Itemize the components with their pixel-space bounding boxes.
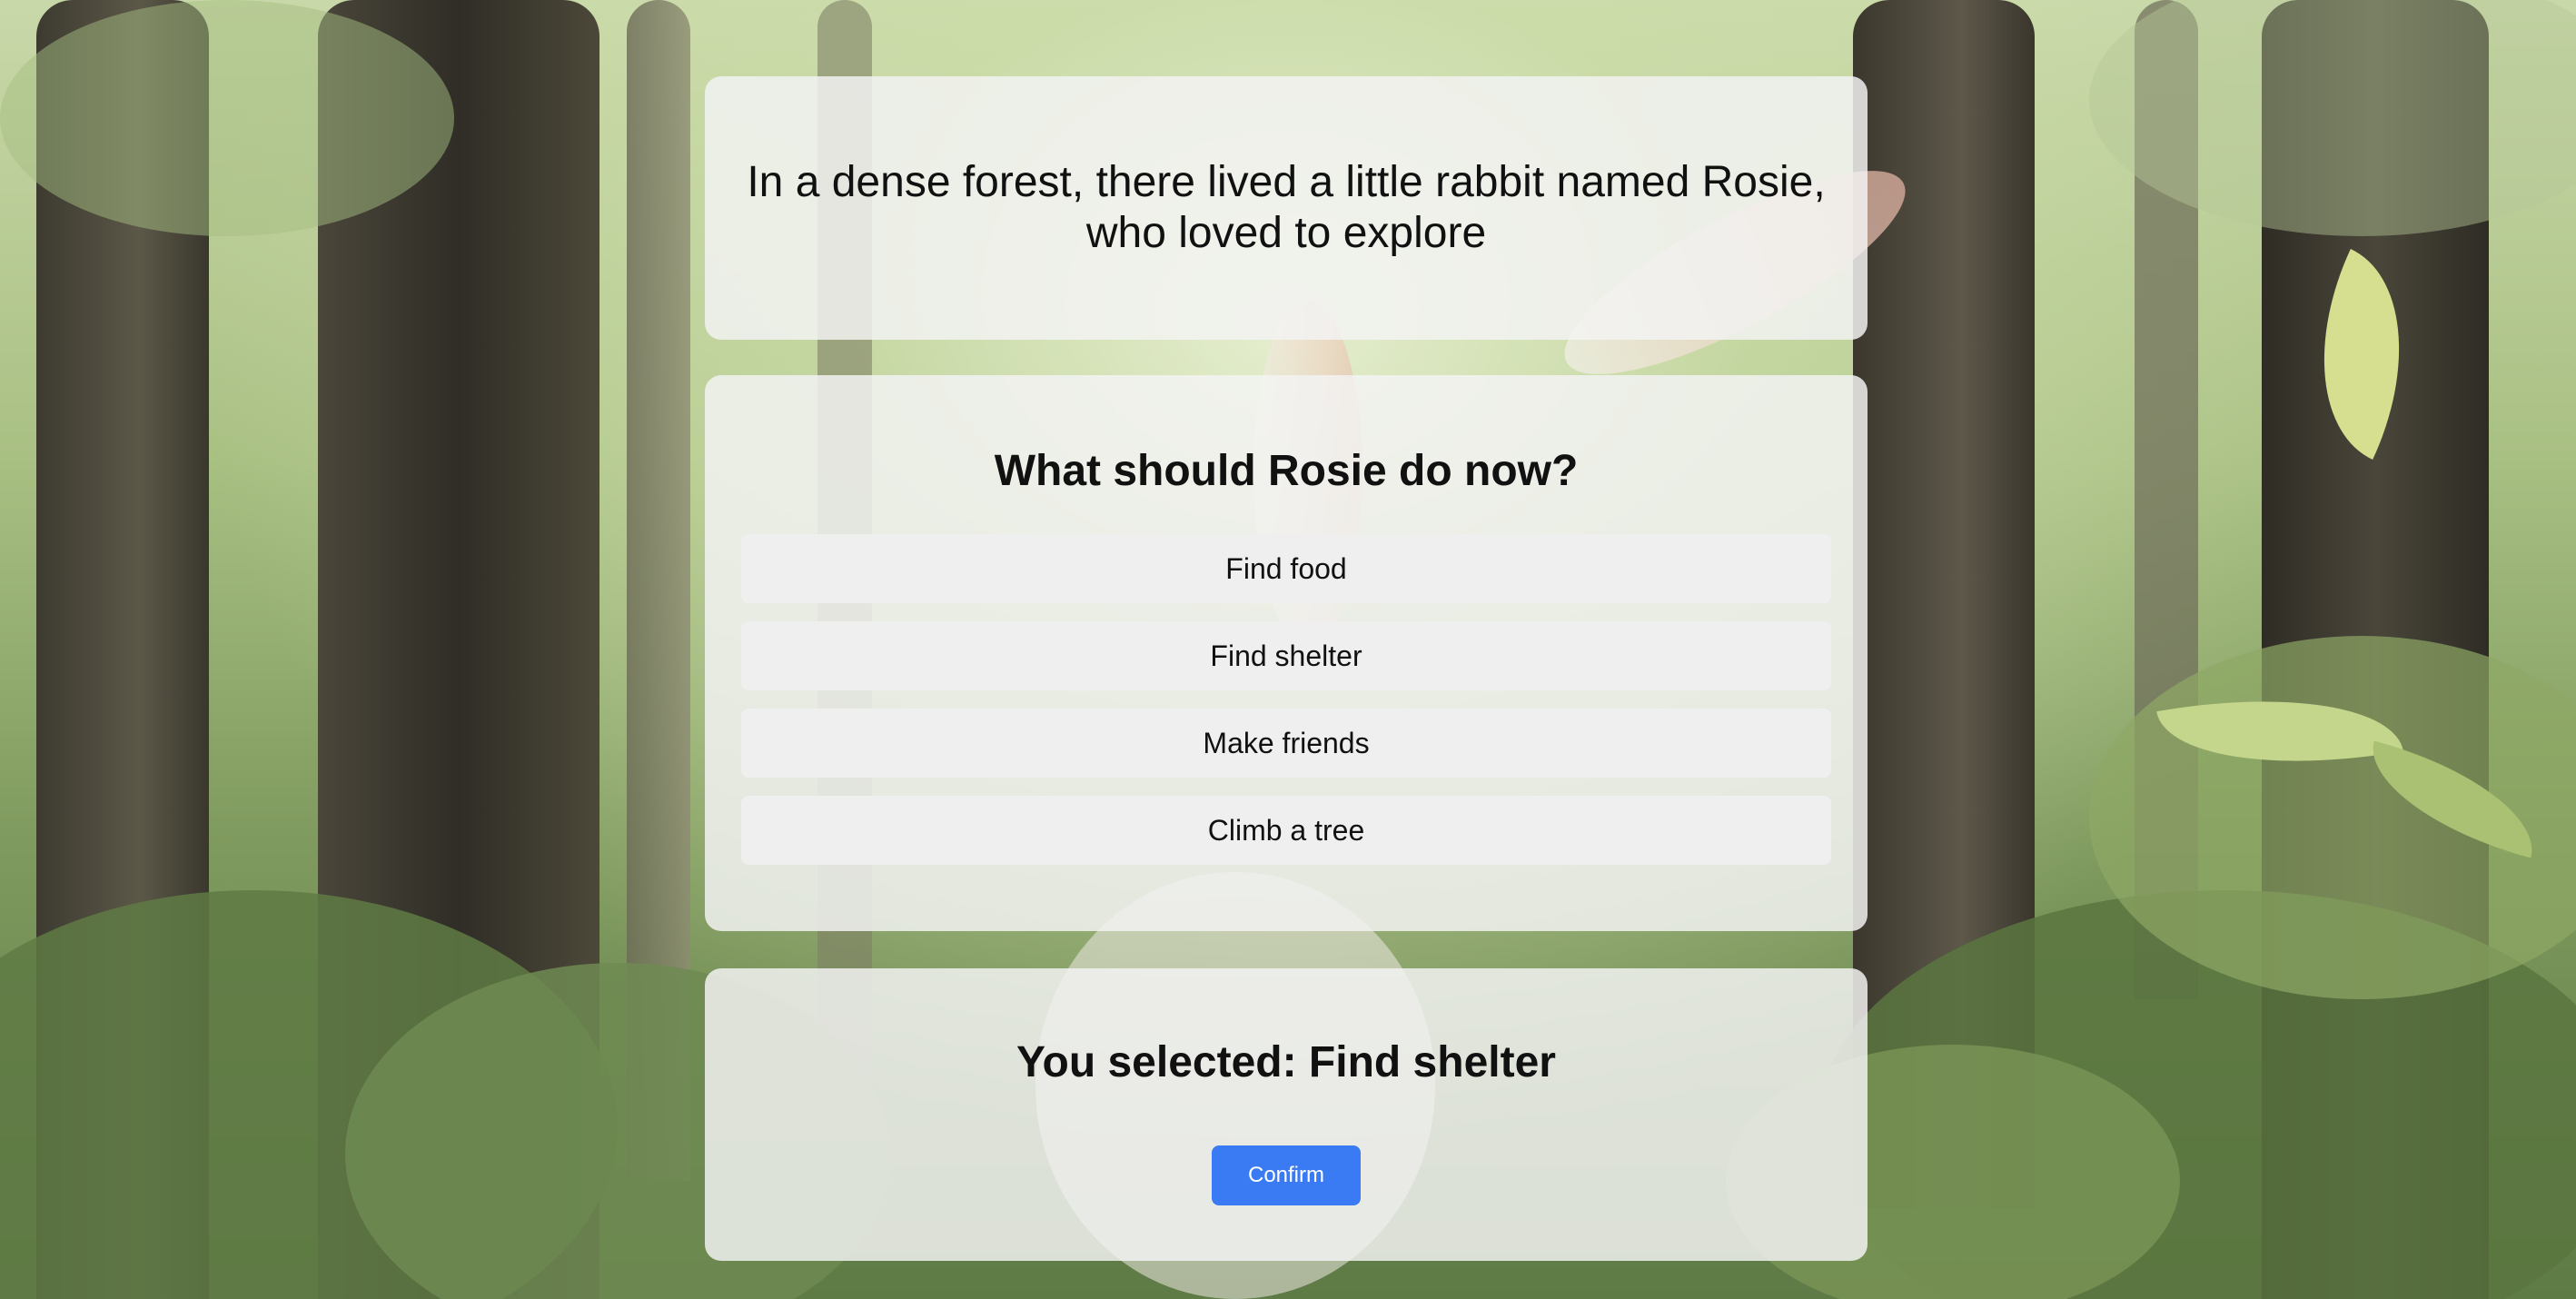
option-make-friends[interactable]: Make friends xyxy=(741,709,1831,778)
selection-result: You selected: Find shelter xyxy=(1016,1038,1556,1086)
options-list: Find food Find shelter Make friends Clim… xyxy=(741,534,1831,883)
question-panel: What should Rosie do now? Find food Find… xyxy=(705,375,1868,931)
option-find-food[interactable]: Find food xyxy=(741,534,1831,603)
story-text: In a dense forest, there lived a little … xyxy=(747,158,1826,257)
result-panel: You selected: Find shelter Confirm xyxy=(705,968,1868,1261)
option-climb-tree[interactable]: Climb a tree xyxy=(741,796,1831,865)
question-title: What should Rosie do now? xyxy=(994,447,1579,495)
story-panel: In a dense forest, there lived a little … xyxy=(705,76,1868,340)
confirm-button[interactable]: Confirm xyxy=(1212,1145,1361,1205)
option-find-shelter[interactable]: Find shelter xyxy=(741,621,1831,690)
